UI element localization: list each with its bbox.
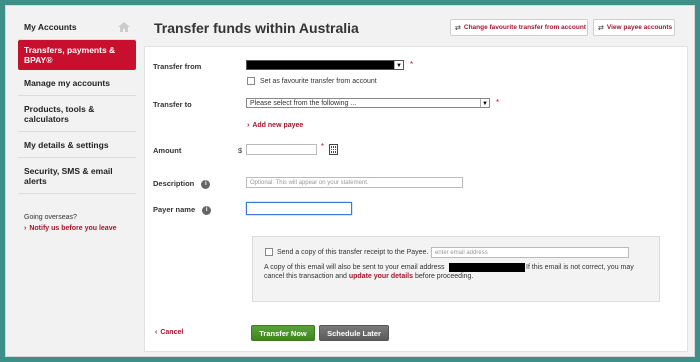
- sidebar-item-label: Transfers, payments & BPAY®: [24, 45, 116, 65]
- overseas-notice: Going overseas? Notify us before you lea…: [18, 194, 136, 234]
- copy-text-part4: before proceeding.: [414, 273, 474, 280]
- dropdown-arrow-icon: ▼: [480, 99, 489, 107]
- transfer-to-value: Please select from the following ...: [250, 100, 357, 107]
- calculator-icon[interactable]: [329, 144, 338, 155]
- change-favourite-button[interactable]: ⇄ Change favourite transfer from account: [450, 19, 588, 36]
- cancel-link[interactable]: Cancel: [155, 329, 183, 336]
- required-marker: *: [410, 60, 414, 69]
- description-input[interactable]: Optional: This will appear on your state…: [246, 177, 463, 188]
- amount-label: Amount: [153, 146, 182, 155]
- payer-name-label-text: Payer name: [153, 205, 196, 214]
- transfer-from-label: Transfer from: [153, 62, 202, 71]
- required-marker: *: [321, 142, 325, 151]
- sidebar-item-transfers[interactable]: Transfers, payments & BPAY®: [18, 40, 136, 70]
- copy-text-part3: cancel this transaction and: [264, 273, 347, 280]
- sidebar-item-security-alerts[interactable]: Security, SMS & email alerts: [18, 158, 136, 194]
- payee-email-placeholder: enter email address: [435, 250, 488, 256]
- payer-name-label: Payer name i: [153, 205, 212, 215]
- favourite-label: Set as favourite transfer from account: [260, 78, 377, 85]
- view-payee-label: View payee accounts: [606, 24, 673, 31]
- payer-name-input[interactable]: [246, 202, 352, 215]
- transfer-icon: ⇄: [455, 24, 461, 32]
- receipt-box: Send a copy of this transfer receipt to …: [252, 236, 660, 302]
- redacted-email: [449, 263, 525, 272]
- copy-text-line2: cancel this transaction and update your …: [264, 273, 473, 280]
- description-label: Description i: [153, 179, 211, 189]
- page-title: Transfer funds within Australia: [154, 20, 359, 36]
- payee-icon: ⇄: [598, 24, 604, 32]
- transfer-from-select[interactable]: ▼: [246, 60, 404, 70]
- overseas-text: Going overseas?: [24, 214, 77, 221]
- info-icon[interactable]: i: [201, 179, 211, 189]
- home-icon: [118, 21, 130, 32]
- description-label-text: Description: [153, 179, 195, 188]
- send-receipt-checkbox[interactable]: [265, 248, 273, 256]
- favourite-checkbox[interactable]: [247, 77, 255, 85]
- page-frame: My Accounts Transfers, payments & BPAY® …: [5, 5, 695, 357]
- notify-overseas-link[interactable]: Notify us before you leave: [24, 223, 130, 234]
- copy-text-part1: A copy of this email will also be sent t…: [264, 264, 445, 271]
- sidebar-item-details-settings[interactable]: My details & settings: [18, 132, 136, 158]
- transfer-to-label: Transfer to: [153, 100, 192, 109]
- transfer-form-panel: Transfer from ▼ * Set as favourite trans…: [144, 46, 688, 352]
- sidebar: My Accounts Transfers, payments & BPAY® …: [18, 14, 136, 234]
- transfer-now-button[interactable]: Transfer Now: [251, 325, 315, 341]
- update-details-link[interactable]: update your details: [349, 273, 413, 280]
- sidebar-item-label: Products, tools & calculators: [24, 103, 95, 124]
- currency-symbol: $: [238, 146, 243, 155]
- sidebar-item-label: My details & settings: [24, 139, 109, 150]
- view-payee-button[interactable]: ⇄ View payee accounts: [593, 19, 675, 36]
- sidebar-item-manage-accounts[interactable]: Manage my accounts: [18, 70, 136, 96]
- schedule-later-button[interactable]: Schedule Later: [319, 325, 389, 341]
- change-favourite-label: Change favourite transfer from account: [463, 24, 586, 31]
- info-icon[interactable]: i: [202, 205, 212, 215]
- required-marker: *: [496, 98, 500, 107]
- payee-email-input[interactable]: enter email address: [431, 247, 629, 258]
- copy-text-line1: A copy of this email will also be sent t…: [264, 264, 445, 271]
- description-placeholder: Optional: This will appear on your state…: [250, 180, 369, 186]
- send-receipt-label: Send a copy of this transfer receipt to …: [277, 249, 429, 256]
- dropdown-arrow-icon: ▼: [394, 61, 403, 69]
- sidebar-item-label: My Accounts: [24, 21, 77, 32]
- sidebar-item-label: Manage my accounts: [24, 77, 110, 88]
- copy-text-part2: If this email is not correct, you may: [526, 264, 634, 271]
- sidebar-item-label: Security, SMS & email alerts: [24, 165, 113, 186]
- amount-input[interactable]: [246, 144, 317, 155]
- add-new-payee-link[interactable]: Add new payee: [247, 122, 303, 129]
- sidebar-item-products[interactable]: Products, tools & calculators: [18, 96, 136, 132]
- transfer-to-select[interactable]: Please select from the following ... ▼: [246, 98, 490, 108]
- sidebar-item-my-accounts[interactable]: My Accounts: [18, 14, 136, 40]
